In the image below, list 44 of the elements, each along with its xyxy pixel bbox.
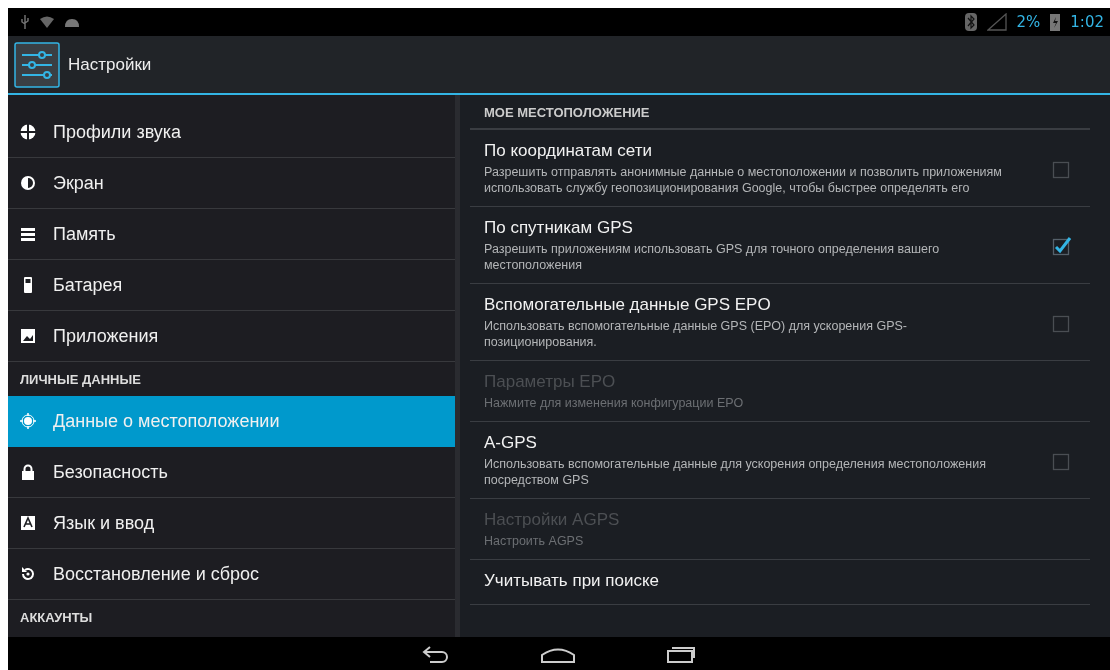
usb-icon	[20, 15, 30, 29]
wifi-icon	[40, 16, 54, 28]
setting-title[interactable]: Вспомогательные данные GPS EPO	[484, 295, 1012, 315]
settings-menu-item[interactable]: Безопасность	[8, 447, 455, 498]
setting-summary: Разрешить приложениям использовать GPS для точного определения вашего местоположения	[484, 241, 941, 273]
contrast-icon	[20, 175, 36, 191]
settings-menu-item[interactable]: Приложения	[8, 311, 455, 362]
setting-row[interactable]: По спутникам GPS Разрешить приложениям использовать GPS для точного определения вашего местоположения	[470, 207, 1090, 284]
restore-icon	[20, 566, 36, 582]
picture-icon	[20, 328, 36, 344]
battery-percent: 2%	[1016, 13, 1041, 31]
settings-menu-item[interactable]: Профили звука	[8, 107, 455, 158]
setting-row[interactable]: По координатам сети Разрешить отправлять анонимные данные о местоположении и позволить приложениям использовать службу геопозиционирования Google, чтобы быстрее определять его	[470, 130, 1090, 207]
checkbox[interactable]	[1052, 235, 1072, 256]
lock-icon	[20, 464, 36, 480]
back-icon[interactable]	[422, 644, 450, 663]
clock: 1:02	[1070, 13, 1104, 31]
section-header: АККАУНТЫ	[19, 608, 94, 627]
settings-menu-item[interactable]: Язык и ввод	[8, 498, 455, 549]
section-header: ЛИЧНЫЕ ДАННЫЕ	[19, 370, 142, 389]
setting-summary: Использовать вспомогательные данные GPS (EPO) для ускорения GPS-позиционирования.	[484, 318, 908, 350]
section-header: МОЕ МЕСТОПОЛОЖЕНИЕ	[470, 95, 1090, 130]
setting-row[interactable]: Вспомогательные данные GPS EPO Использовать вспомогательные данные GPS (EPO) для ускорения GPS-позиционирования.	[470, 284, 1090, 361]
setting-summary: Использовать вспомогательные данные для ускорения определения местоположения посредством GPS	[484, 456, 987, 488]
setting-summary: Разрешить отправлять анонимные данные о местоположении и позволить приложениям использовать службу геопозиционирования Google, чтобы быстрее определять его	[484, 164, 1003, 196]
storage-icon	[20, 226, 36, 242]
settings-menu-item[interactable]: Восстановление и сброс	[8, 549, 455, 600]
location-icon	[20, 413, 36, 429]
settings-menu-item[interactable]: Батарея	[8, 260, 455, 311]
setting-title[interactable]: По координатам сети	[484, 141, 1012, 161]
battery-charging-icon	[1050, 13, 1061, 31]
bluetooth-icon	[964, 13, 977, 31]
setting-title[interactable]: Учитывать при поиске	[484, 571, 1014, 591]
setting-title[interactable]: A-GPS	[484, 433, 1012, 453]
setting-title[interactable]: По спутникам GPS	[484, 218, 1012, 238]
app-title: Настройки	[68, 54, 152, 75]
signal-icon	[986, 13, 1007, 31]
setting-summary: Настроить AGPS	[484, 533, 585, 549]
settings-menu-item[interactable]: Экран	[8, 158, 455, 209]
setting-row[interactable]: Учитывать при поиске	[470, 560, 1090, 605]
setting-row[interactable]: A-GPS Использовать вспомогательные данные для ускорения определения местоположения посредством GPS	[470, 422, 1090, 499]
settings-menu-item[interactable]: Память	[8, 209, 455, 260]
settings-app-icon[interactable]	[14, 41, 60, 88]
setting-summary: Нажмите для изменения конфигурации EPO	[484, 395, 745, 411]
